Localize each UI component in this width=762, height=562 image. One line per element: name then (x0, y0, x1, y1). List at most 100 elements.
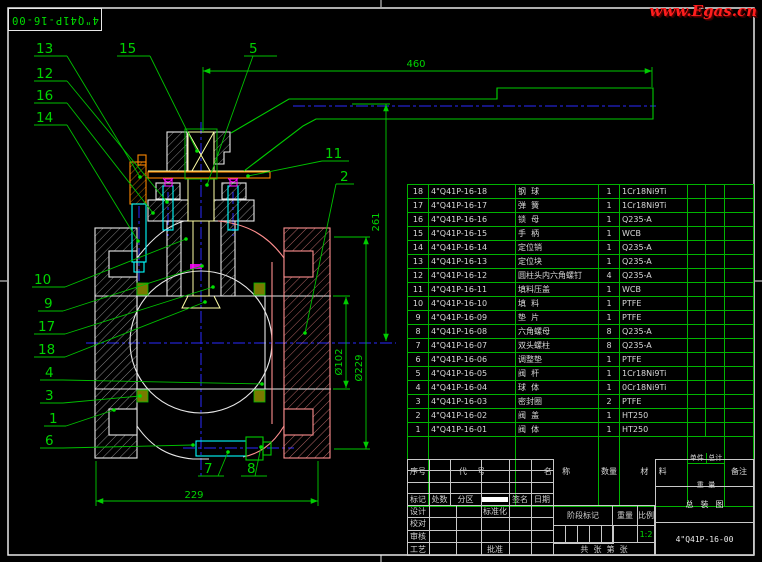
cell-qty: 4 (599, 269, 620, 283)
cell-qty: 8 (599, 339, 620, 353)
watermark: www.Egas.cn (649, 2, 757, 20)
cell-no: 14 (408, 241, 429, 255)
title-block: 标记 处数 分区 签名 日期 设计 标准化 校对 审核 工艺 批准 阶段标记 重… (407, 459, 754, 556)
cell-material: HT250 (620, 409, 688, 423)
table-row: 44"Q41P-16-04球 体10Cr18Ni9Ti (408, 381, 754, 395)
cell-name: 锁 母 (516, 213, 599, 227)
table-row: 134"Q41P-16-13定位块1Q235-A (408, 255, 754, 269)
gland-plate (130, 155, 270, 204)
cell-code: 4"Q41P-16-16 (429, 213, 516, 227)
label-weight: 重量 (612, 505, 638, 526)
company-cell (655, 459, 754, 487)
cell-qty: 1 (599, 241, 620, 255)
cell-material: PTFE (620, 395, 688, 409)
cell-qty: 1 (599, 255, 620, 269)
table-row: 184"Q41P-16-18钢 球11Cr18Ni9Ti (408, 185, 754, 199)
cell-no: 5 (408, 367, 429, 381)
cell-name: 手 柄 (516, 227, 599, 241)
label-standardize: 标准化 (481, 505, 510, 519)
callout-10: 10 (34, 272, 51, 288)
cell-name: 弹 簧 (516, 199, 599, 213)
cell-code: 4"Q41P-16-15 (429, 227, 516, 241)
cell-material: Q235-A (620, 269, 688, 283)
cell-no: 13 (408, 255, 429, 269)
callout-6: 6 (45, 433, 54, 449)
cell-material: Q235-A (620, 241, 688, 255)
drawing-number: 4"Q41P-16-00 (655, 522, 754, 556)
cell-name: 垫 片 (516, 311, 599, 325)
label-check: 校对 (407, 517, 430, 531)
callout-18: 18 (38, 342, 55, 358)
cell-qty: 1 (599, 423, 620, 437)
table-row: 84"Q41P-16-08六角螺母8Q235-A (408, 325, 754, 339)
cell-code: 4"Q41P-16-17 (429, 199, 516, 213)
cell-no: 3 (408, 395, 429, 409)
cell-qty: 1 (599, 283, 620, 297)
callout-7: 7 (204, 461, 213, 477)
cell-material: 0Cr18Ni9Ti (620, 381, 688, 395)
label-audit: 审核 (407, 530, 430, 544)
cell-no: 6 (408, 353, 429, 367)
cell-no: 11 (408, 283, 429, 297)
cell-qty: 1 (599, 199, 620, 213)
callout-1: 1 (49, 411, 58, 427)
table-row: 34"Q41P-16-03密封圈2PTFE (408, 395, 754, 409)
cell-code: 4"Q41P-16-07 (429, 339, 516, 353)
callout-13: 13 (36, 41, 53, 57)
scale-value: 1:2 (637, 525, 655, 543)
callout-16: 16 (36, 88, 53, 104)
cad-drawing-sheet: { "sheet": { "corner_label": "4\"Q41P-16… (0, 0, 762, 562)
cell-code: 4"Q41P-16-03 (429, 395, 516, 409)
cell-no: 4 (408, 381, 429, 395)
cell-name: 双头螺柱 (516, 339, 599, 353)
revision-grid: 标记 处数 分区 签名 日期 (407, 459, 553, 505)
cell-code: 4"Q41P-16-05 (429, 367, 516, 381)
table-row: 54"Q41P-16-05阀 杆11Cr18Ni9Ti (408, 367, 754, 381)
cell-name: 六角螺母 (516, 325, 599, 339)
dim-bore-dia: Ø102 (333, 349, 345, 376)
callout-17: 17 (38, 319, 55, 335)
cell-code: 4"Q41P-16-13 (429, 255, 516, 269)
dim-body-length: 229 (184, 490, 203, 501)
cell-material: Q235-A (620, 255, 688, 269)
cell-name: 填料压盖 (516, 283, 599, 297)
cell-name: 圆柱头内六角螺钉 (516, 269, 599, 283)
table-row: 124"Q41P-16-12圆柱头内六角螺钉4Q235-A (408, 269, 754, 283)
cell-no: 18 (408, 185, 429, 199)
cell-material: 1Cr18Ni9Ti (620, 199, 688, 213)
cell-material: WCB (620, 283, 688, 297)
cell-code: 4"Q41P-16-11 (429, 283, 516, 297)
callout-9: 9 (44, 296, 53, 312)
table-row: 144"Q41P-16-14定位销1Q235-A (408, 241, 754, 255)
cell-no: 16 (408, 213, 429, 227)
signature-grid: 设计 标准化 校对 审核 工艺 批准 (407, 505, 553, 555)
corner-drawing-number: 4"Q41P-16-00 (11, 14, 99, 26)
cell-material: PTFE (620, 353, 688, 367)
cell-qty: 2 (599, 395, 620, 409)
table-row: 164"Q41P-16-16锁 母1Q235-A (408, 213, 754, 227)
table-row: 74"Q41P-16-07双头螺柱8Q235-A (408, 339, 754, 353)
cell-material: Q235-A (620, 213, 688, 227)
table-row: 24"Q41P-16-02阀 盖1HT250 (408, 409, 754, 423)
dim-flange-dia: Ø229 (353, 355, 365, 382)
cell-code: 4"Q41P-16-04 (429, 381, 516, 395)
table-row: 114"Q41P-16-11填料压盖1WCB (408, 283, 754, 297)
cell-no: 10 (408, 297, 429, 311)
sheet-count: 共 张 第 张 (553, 542, 655, 556)
stage-value-cells (553, 525, 613, 543)
callout-5: 5 (249, 41, 258, 57)
cell-material: WCB (620, 227, 688, 241)
cell-qty: 8 (599, 325, 620, 339)
corner-drawing-number-box: 4"Q41P-16-00 (8, 8, 102, 31)
cell-material: PTFE (620, 311, 688, 325)
cell-name: 球 体 (516, 381, 599, 395)
cell-name: 密封圈 (516, 395, 599, 409)
cell-no: 17 (408, 199, 429, 213)
cell-material: Q235-A (620, 339, 688, 353)
cell-no: 1 (408, 423, 429, 437)
callout-15: 15 (119, 41, 136, 57)
label-design: 设计 (407, 505, 430, 519)
table-row: 174"Q41P-16-17弹 簧11Cr18Ni9Ti (408, 199, 754, 213)
weight-value-cell (612, 525, 638, 543)
cell-no: 12 (408, 269, 429, 283)
